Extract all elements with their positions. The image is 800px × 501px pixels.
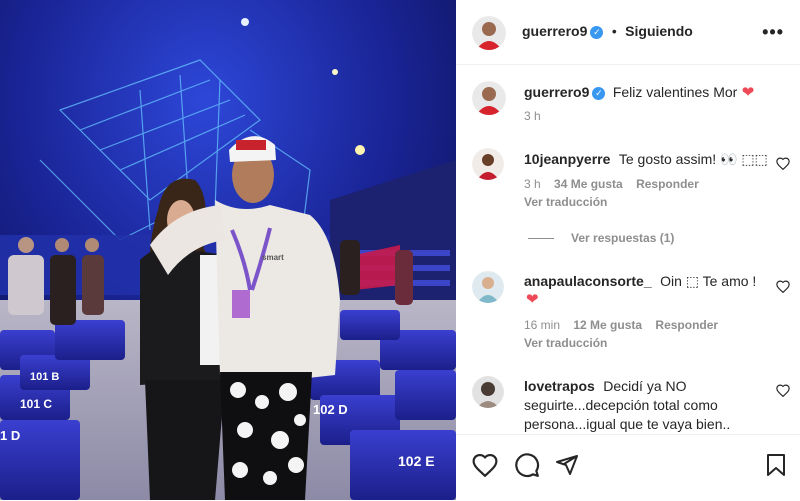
- comment-text-line: Decidí ya NO: [603, 378, 687, 394]
- reply-button[interactable]: Responder: [655, 318, 718, 332]
- post-header: guerrero9 ✓ • Siguiendo •••: [456, 0, 800, 65]
- more-options-icon[interactable]: •••: [762, 22, 784, 43]
- seat-label-101c: 101 C: [20, 397, 52, 411]
- post-photo[interactable]: 102 D 102 E 101 C 101 B 1 D smart: [0, 0, 456, 500]
- share-send-icon[interactable]: [555, 453, 579, 477]
- seat-label-1d: 1 D: [0, 428, 20, 443]
- view-replies-link[interactable]: Ver respuestas (1): [571, 231, 674, 245]
- comment-time: 3 h: [524, 177, 541, 191]
- comment-username[interactable]: 10jeanpyerre: [524, 151, 610, 167]
- comment-bubble-icon[interactable]: [514, 452, 540, 478]
- see-translation-link[interactable]: Ver traducción: [524, 195, 607, 209]
- seat-label-102e: 102 E: [398, 453, 435, 469]
- commenter-avatar[interactable]: [472, 271, 504, 303]
- header-separator: •: [611, 23, 617, 39]
- post-action-bar: [456, 434, 800, 501]
- caption-time: 3 h: [524, 109, 541, 123]
- shirt-print-text: smart: [262, 253, 284, 262]
- commenter-avatar[interactable]: [472, 376, 504, 408]
- red-heart-emoji-icon: ❤: [741, 84, 755, 101]
- following-button[interactable]: Siguiendo: [625, 23, 693, 39]
- like-comment-heart-icon[interactable]: [776, 384, 790, 397]
- verified-badge-icon: ✓: [590, 26, 604, 39]
- seat-label-102d: 102 D: [313, 402, 348, 417]
- comment-likes[interactable]: 12 Me gusta: [573, 318, 642, 332]
- caption-text: Feliz valentines Mor: [612, 84, 738, 100]
- like-comment-heart-icon[interactable]: [776, 157, 790, 170]
- comment-username[interactable]: lovetrapos: [524, 378, 595, 394]
- comment-text-line: seguirte...decepción total como: [524, 397, 718, 413]
- post-side-panel: guerrero9 ✓ • Siguiendo ••• guerrero9 ✓ Fe…: [456, 0, 800, 500]
- like-heart-icon[interactable]: [472, 453, 498, 477]
- comment-text: Oin ⬚ Te amo !: [660, 273, 757, 289]
- commenter-avatar[interactable]: [472, 148, 504, 180]
- like-comment-heart-icon[interactable]: [776, 280, 790, 293]
- seat-label-101b: 101 B: [30, 371, 59, 383]
- caption-username[interactable]: guerrero9: [524, 84, 589, 100]
- comment-username[interactable]: anapaulaconsorte_: [524, 273, 652, 289]
- save-bookmark-icon[interactable]: [766, 453, 786, 477]
- comment-likes[interactable]: 34 Me gusta: [554, 177, 623, 191]
- author-username[interactable]: guerrero9: [522, 23, 587, 39]
- comment-text-line: persona...igual que te vaya bien..: [524, 416, 731, 432]
- replies-divider: [528, 238, 554, 239]
- comment-time: 16 min: [524, 318, 561, 332]
- concert-venue-photo: 102 D 102 E 101 C 101 B 1 D smart: [0, 0, 456, 500]
- reply-button[interactable]: Responder: [636, 177, 699, 191]
- red-heart-emoji-icon: ❤: [526, 291, 539, 308]
- comment-text: Te gosto assim! 👀 ⬚⬚: [618, 151, 768, 167]
- author-avatar[interactable]: [472, 16, 506, 50]
- caption-author-avatar[interactable]: [472, 81, 506, 115]
- verified-badge-icon: ✓: [592, 87, 606, 100]
- see-translation-link[interactable]: Ver traducción: [524, 336, 607, 350]
